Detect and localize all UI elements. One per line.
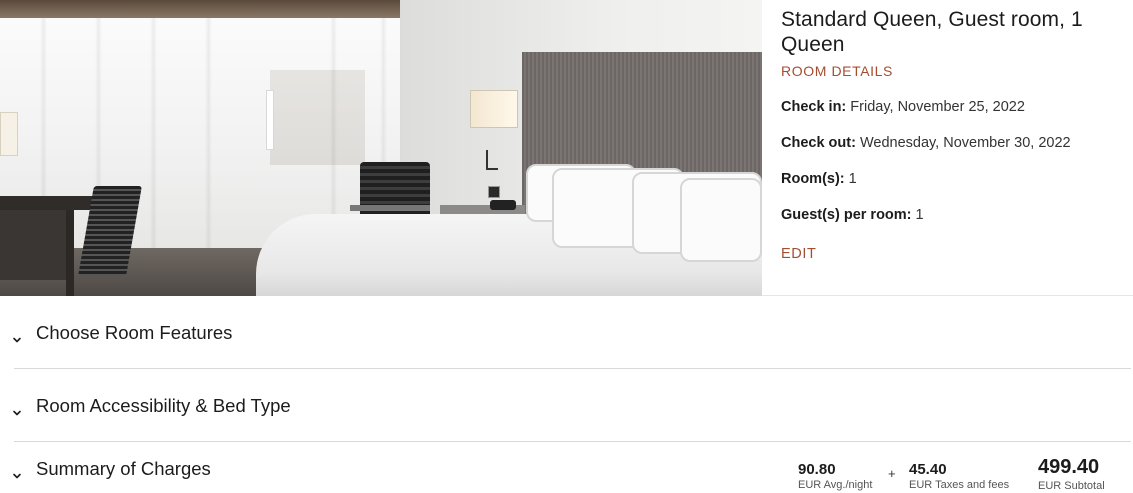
chevron-down-icon	[11, 334, 23, 346]
rooms-label: Room(s):	[781, 171, 845, 187]
chevron-down-icon	[11, 470, 23, 482]
taxes-label: EUR Taxes and fees	[909, 479, 1010, 491]
room-details-panel: Standard Queen, Guest room, 1 Queen ROOM…	[781, 7, 1126, 262]
taxes-charge: 45.40 EUR Taxes and fees	[909, 461, 1009, 492]
photo-window-handle	[266, 90, 274, 150]
room-photo	[0, 0, 762, 296]
photo-reading-light	[486, 150, 498, 170]
chevron-down-icon	[11, 407, 23, 419]
plus-sign: +	[888, 466, 896, 481]
accessibility-toggle[interactable]: Room Accessibility & Bed Type	[0, 395, 1133, 435]
photo-curtain-fold	[150, 18, 157, 248]
photo-pillow	[680, 178, 762, 262]
accessibility-title: Room Accessibility & Bed Type	[36, 395, 291, 416]
guests-value: 1	[915, 207, 924, 223]
rooms-value: 1	[848, 171, 857, 187]
photo-curtain-fold	[205, 18, 212, 248]
photo-desk-leg	[66, 210, 74, 296]
subtotal-charge: 499.40 EUR Subtotal	[1038, 456, 1105, 493]
photo-desk-lamp	[0, 112, 18, 156]
details-bottom-rule	[762, 295, 1133, 296]
photo-armchair-arm	[350, 205, 430, 211]
edit-link[interactable]: EDIT	[781, 246, 816, 262]
photo-ceiling	[0, 0, 400, 18]
rooms-row: Room(s): 1	[781, 171, 857, 187]
subtotal-label: EUR Subtotal	[1038, 480, 1105, 492]
summary-title: Summary of Charges	[36, 458, 211, 479]
photo-desk	[0, 196, 95, 210]
photo-building	[270, 70, 365, 165]
check-out-row: Check out: Wednesday, November 30, 2022	[781, 135, 1071, 151]
room-title: Standard Queen, Guest room, 1 Queen	[781, 8, 1083, 56]
subtotal-amount: 499.40	[1038, 456, 1100, 478]
check-out-value: Wednesday, November 30, 2022	[859, 135, 1071, 151]
room-features-toggle[interactable]: Choose Room Features	[0, 322, 1133, 362]
photo-outlet	[488, 186, 500, 198]
section-divider	[14, 368, 1131, 369]
check-in-value: Friday, November 25, 2022	[850, 99, 1025, 115]
photo-wall-lamp	[470, 90, 518, 128]
section-divider	[14, 441, 1131, 442]
room-details-link[interactable]: ROOM DETAILS	[781, 63, 1126, 79]
avg-night-amount: 90.80	[798, 461, 836, 478]
photo-phone	[490, 200, 516, 210]
photo-desk-panel	[0, 210, 70, 280]
avg-night-charge: 90.80 EUR Avg./night	[798, 461, 872, 492]
avg-night-label: EUR Avg./night	[798, 479, 873, 491]
room-features-title: Choose Room Features	[36, 322, 233, 343]
summary-toggle[interactable]: Summary of Charges	[0, 458, 760, 493]
taxes-amount: 45.40	[909, 461, 947, 478]
check-in-label: Check in:	[781, 99, 847, 115]
guests-row: Guest(s) per room: 1	[781, 207, 924, 223]
guests-label: Guest(s) per room:	[781, 207, 912, 223]
check-out-label: Check out:	[781, 135, 856, 151]
check-in-row: Check in: Friday, November 25, 2022	[781, 99, 1025, 115]
